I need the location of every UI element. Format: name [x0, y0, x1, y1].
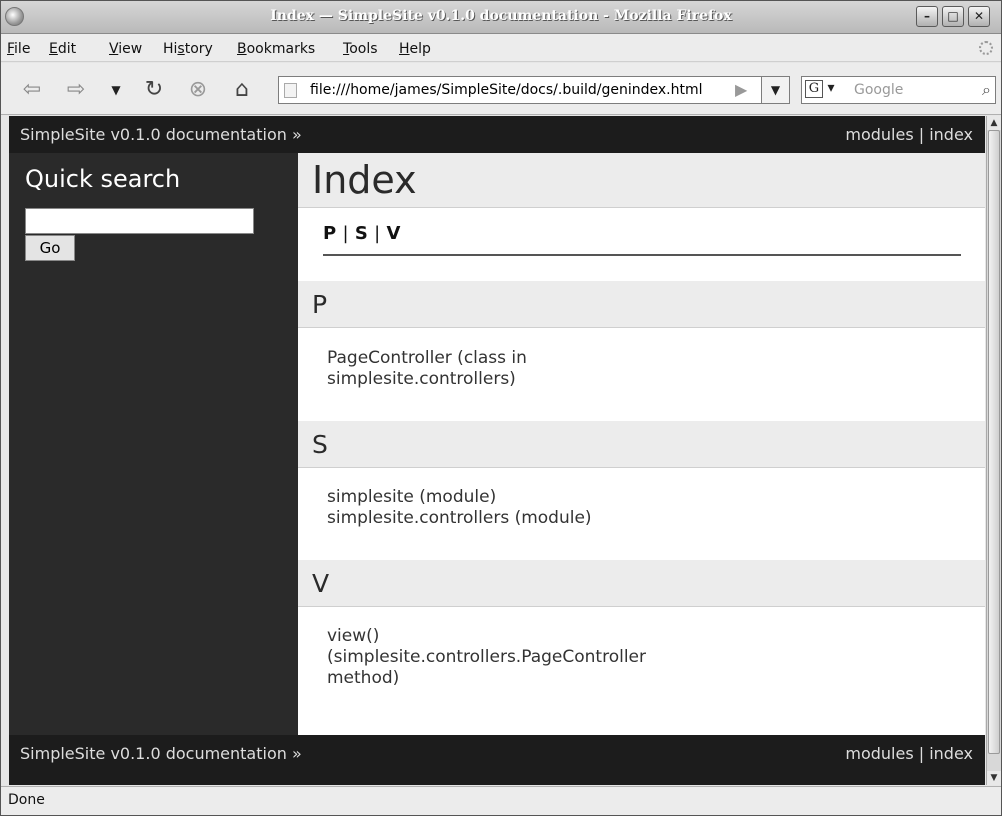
forward-arrow-icon[interactable]: ⇨ [63, 77, 89, 103]
menu-tools[interactable]: Tools [343, 41, 378, 57]
home-icon[interactable]: ⌂ [229, 77, 255, 103]
letter-link-s[interactable]: S [355, 223, 368, 244]
menu-history[interactable]: History [163, 41, 213, 57]
letter-index: P | S | V [323, 223, 400, 244]
letter-link-v[interactable]: V [386, 223, 400, 244]
scroll-up-icon[interactable]: ▲ [987, 116, 1001, 130]
section-letter: S [312, 430, 328, 459]
minimize-button[interactable]: – [916, 6, 938, 27]
quick-search-input[interactable] [25, 208, 254, 234]
related-bar-bottom: SimpleSite v0.1.0 documentation » module… [9, 735, 985, 785]
stop-icon[interactable]: ⊗ [185, 77, 211, 103]
page-title-bar: Index [298, 153, 985, 208]
letter-separator: | [342, 223, 349, 244]
search-engine-selector[interactable]: G ▾ [805, 80, 849, 100]
page-content: SimpleSite v0.1.0 documentation » module… [9, 116, 985, 785]
navigation-toolbar: ⇦ ⇨ ▼ ↻ ⊗ ⌂ file:///home/james/SimpleSit… [1, 63, 1001, 115]
modules-index-links[interactable]: modules | index [845, 125, 973, 144]
entry-line: PageController (class in [327, 348, 527, 368]
index-entry-simplesite[interactable]: simplesite (module) simplesite.controlle… [327, 487, 707, 529]
entry-line[interactable]: simplesite (module) [327, 487, 707, 508]
window-titlebar[interactable]: Index — SimpleSite v0.1.0 documentation … [1, 1, 1001, 34]
home-link[interactable]: SimpleSite v0.1.0 documentation » [20, 125, 302, 144]
go-button[interactable]: Go [25, 235, 75, 261]
menu-edit[interactable]: Edit [49, 41, 76, 57]
url-dropdown-icon[interactable]: ▼ [761, 77, 789, 103]
index-entry-pagecontroller[interactable]: PageController (class in simplesite.cont… [327, 348, 707, 390]
section-heading-s: S [298, 421, 985, 468]
scroll-down-icon[interactable]: ▼ [987, 771, 1001, 785]
maximize-button[interactable]: □ [942, 6, 964, 27]
index-entry-view[interactable]: view() (simplesite.controllers.PageContr… [327, 626, 707, 689]
divider [323, 254, 961, 256]
status-text: Done [8, 792, 45, 808]
sidebar: Quick search Go [9, 153, 298, 735]
section-letter: V [312, 569, 330, 598]
back-arrow-icon[interactable]: ⇦ [19, 77, 45, 103]
window-title: Index — SimpleSite v0.1.0 documentation … [270, 8, 732, 24]
menu-help[interactable]: Help [399, 41, 431, 57]
menu-file[interactable]: File [7, 41, 30, 57]
google-icon: G [805, 80, 823, 98]
page-title: Index [312, 158, 417, 202]
section-heading-v: V [298, 560, 985, 607]
menu-view[interactable]: View [109, 41, 142, 57]
modules-index-links[interactable]: modules | index [845, 744, 973, 763]
entry-line: simplesite.controllers) [327, 369, 516, 389]
throbber-icon [979, 41, 993, 55]
url-text[interactable]: file:///home/james/SimpleSite/docs/.buil… [310, 82, 730, 98]
menu-bar: File Edit View History Bookmarks Tools H… [1, 34, 1001, 62]
vertical-scrollbar[interactable]: ▲ ▼ [986, 116, 1001, 785]
close-button[interactable]: ✕ [968, 6, 990, 27]
search-input[interactable]: Google [854, 82, 903, 98]
history-dropdown-icon[interactable]: ▼ [103, 77, 129, 103]
reload-icon[interactable]: ↻ [141, 77, 167, 103]
entry-line: method) [327, 668, 400, 688]
status-bar: Done [1, 786, 1001, 815]
go-arrow-icon[interactable]: ▶ [735, 80, 747, 99]
letter-link-p[interactable]: P [323, 223, 336, 244]
browser-window: Index — SimpleSite v0.1.0 documentation … [0, 0, 1002, 816]
home-link[interactable]: SimpleSite v0.1.0 documentation » [20, 744, 302, 763]
main-body: Index P | S | V P PageController (class … [298, 153, 985, 735]
menu-bookmarks[interactable]: Bookmarks [237, 41, 315, 57]
quick-search-title: Quick search [25, 165, 181, 193]
entry-line: view() [327, 626, 380, 646]
search-magnifier-icon[interactable]: ⌕ [982, 80, 991, 100]
entry-line: (simplesite.controllers.PageController [327, 647, 646, 667]
scrollbar-thumb[interactable] [988, 130, 1000, 754]
url-bar[interactable]: file:///home/james/SimpleSite/docs/.buil… [278, 76, 790, 104]
section-heading-p: P [298, 281, 985, 328]
section-letter: P [312, 290, 328, 319]
page-favicon-icon [284, 83, 297, 98]
related-bar-top: SimpleSite v0.1.0 documentation » module… [9, 116, 985, 153]
letter-separator: | [374, 223, 381, 244]
search-bar[interactable]: G ▾ Google ⌕ [801, 76, 996, 104]
entry-line[interactable]: simplesite.controllers (module) [327, 508, 707, 529]
